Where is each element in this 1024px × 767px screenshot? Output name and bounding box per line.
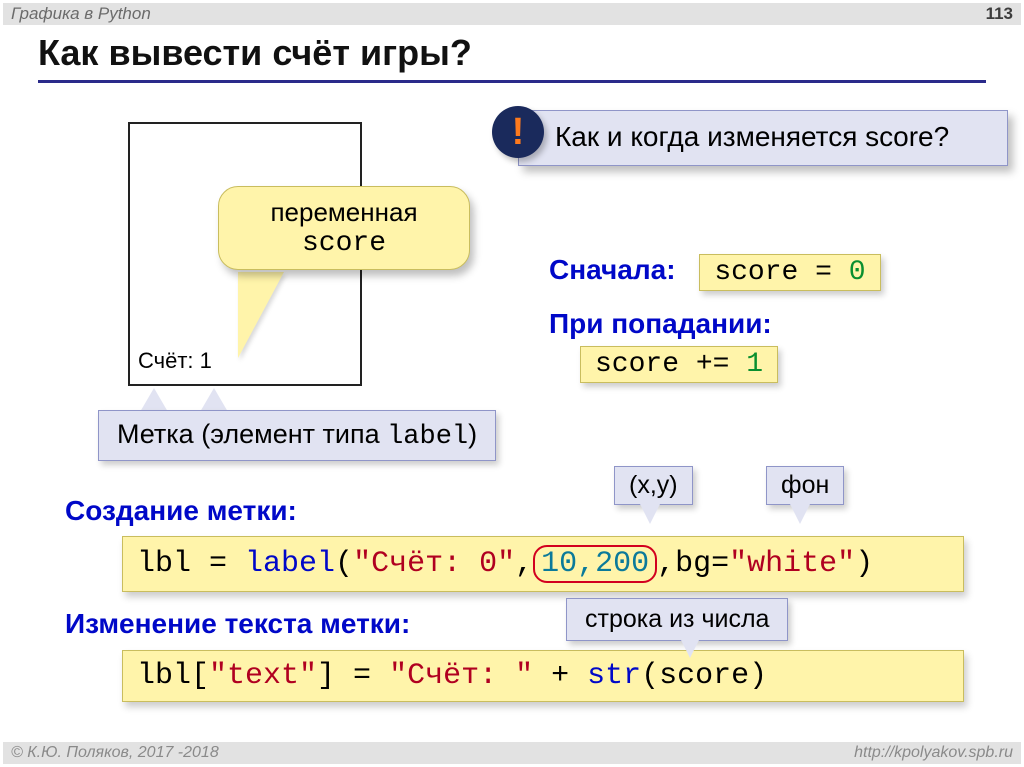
code-on-hit-val: 1 bbox=[746, 349, 763, 380]
label-initial: Сначала: bbox=[549, 254, 676, 285]
callout-line2: score bbox=[233, 228, 455, 259]
callout-tail-icon bbox=[790, 504, 810, 524]
callout-str-from-num: строка из числа bbox=[566, 598, 788, 641]
callout-bg: фон bbox=[766, 466, 844, 505]
footer-copyright: © К.Ю. Поляков, 2017 -2018 bbox=[11, 744, 219, 762]
c1-s1: ( bbox=[335, 547, 353, 581]
section-create-label: Создание метки: bbox=[65, 495, 297, 527]
callout-question: Как и когда изменяется score? bbox=[518, 110, 1008, 166]
callout-tail-icon bbox=[640, 504, 660, 524]
bubble-tail-icon bbox=[238, 272, 284, 358]
page-title: Как вывести счёт игры? bbox=[38, 32, 986, 83]
c2-key: "text" bbox=[209, 659, 317, 693]
c2-fn: str bbox=[587, 659, 641, 693]
c1-bg: "white" bbox=[729, 547, 855, 581]
code-initial: score = 0 bbox=[699, 254, 880, 291]
c2-str: "Счёт: " bbox=[389, 659, 533, 693]
callout-tail-icon bbox=[680, 638, 700, 658]
page-number: 113 bbox=[986, 4, 1013, 24]
callout-label-post: ) bbox=[468, 419, 477, 449]
row-initial: Сначала: score = 0 bbox=[549, 254, 881, 291]
c2-pre: lbl[ bbox=[137, 659, 209, 693]
callout-label-widget: Метка (элемент типа label) bbox=[98, 410, 496, 461]
code-create-label: lbl = label("Счёт: 0",10,200,bg="white") bbox=[122, 536, 964, 592]
row-on-hit: score += 1 bbox=[580, 346, 778, 383]
label-on-hit: При попадании: bbox=[549, 308, 772, 340]
code-on-hit-pre: score += bbox=[595, 349, 746, 380]
callout-tail-icon bbox=[140, 388, 168, 412]
code-initial-val: 0 bbox=[849, 257, 866, 288]
c1-str: "Счёт: 0" bbox=[353, 547, 515, 581]
exclamation-icon: ! bbox=[492, 106, 544, 158]
c2-arg: (score) bbox=[641, 659, 767, 693]
c1-nums: 10,200 bbox=[541, 547, 649, 581]
c1-nums-highlight: 10,200 bbox=[533, 545, 657, 583]
callout-line1: переменная bbox=[233, 197, 455, 228]
slide: Графика в Python 113 Как вывести счёт иг… bbox=[0, 0, 1024, 767]
c1-c2: ,bg= bbox=[657, 547, 729, 581]
c1-c1: , bbox=[515, 547, 533, 581]
callout-label-mono: label bbox=[387, 422, 468, 452]
c2-plus: + bbox=[533, 659, 587, 693]
callout-variable-score: переменная score bbox=[218, 186, 470, 270]
c1-lbl: lbl = bbox=[137, 547, 245, 581]
footer-url: http://kpolyakov.spb.ru bbox=[854, 744, 1013, 762]
code-update-label: lbl["text"] = "Счёт: " + str(score) bbox=[122, 650, 964, 702]
callout-label-pre: Метка (элемент типа bbox=[117, 419, 387, 449]
c1-s2: ) bbox=[855, 547, 873, 581]
section-update-label: Изменение текста метки: bbox=[65, 608, 410, 640]
code-initial-pre: score = bbox=[714, 257, 848, 288]
demo-window-score-label: Счёт: 1 bbox=[138, 348, 212, 374]
header-bar: Графика в Python 113 bbox=[3, 3, 1021, 25]
header-topic: Графика в Python bbox=[11, 4, 151, 24]
c1-fn: label bbox=[245, 547, 335, 581]
callout-xy: (x,y) bbox=[614, 466, 693, 505]
callout-tail-icon bbox=[200, 388, 228, 412]
code-on-hit: score += 1 bbox=[580, 346, 778, 383]
c2-mid: ] = bbox=[317, 659, 389, 693]
footer-bar: © К.Ю. Поляков, 2017 -2018 http://kpolya… bbox=[3, 742, 1021, 764]
